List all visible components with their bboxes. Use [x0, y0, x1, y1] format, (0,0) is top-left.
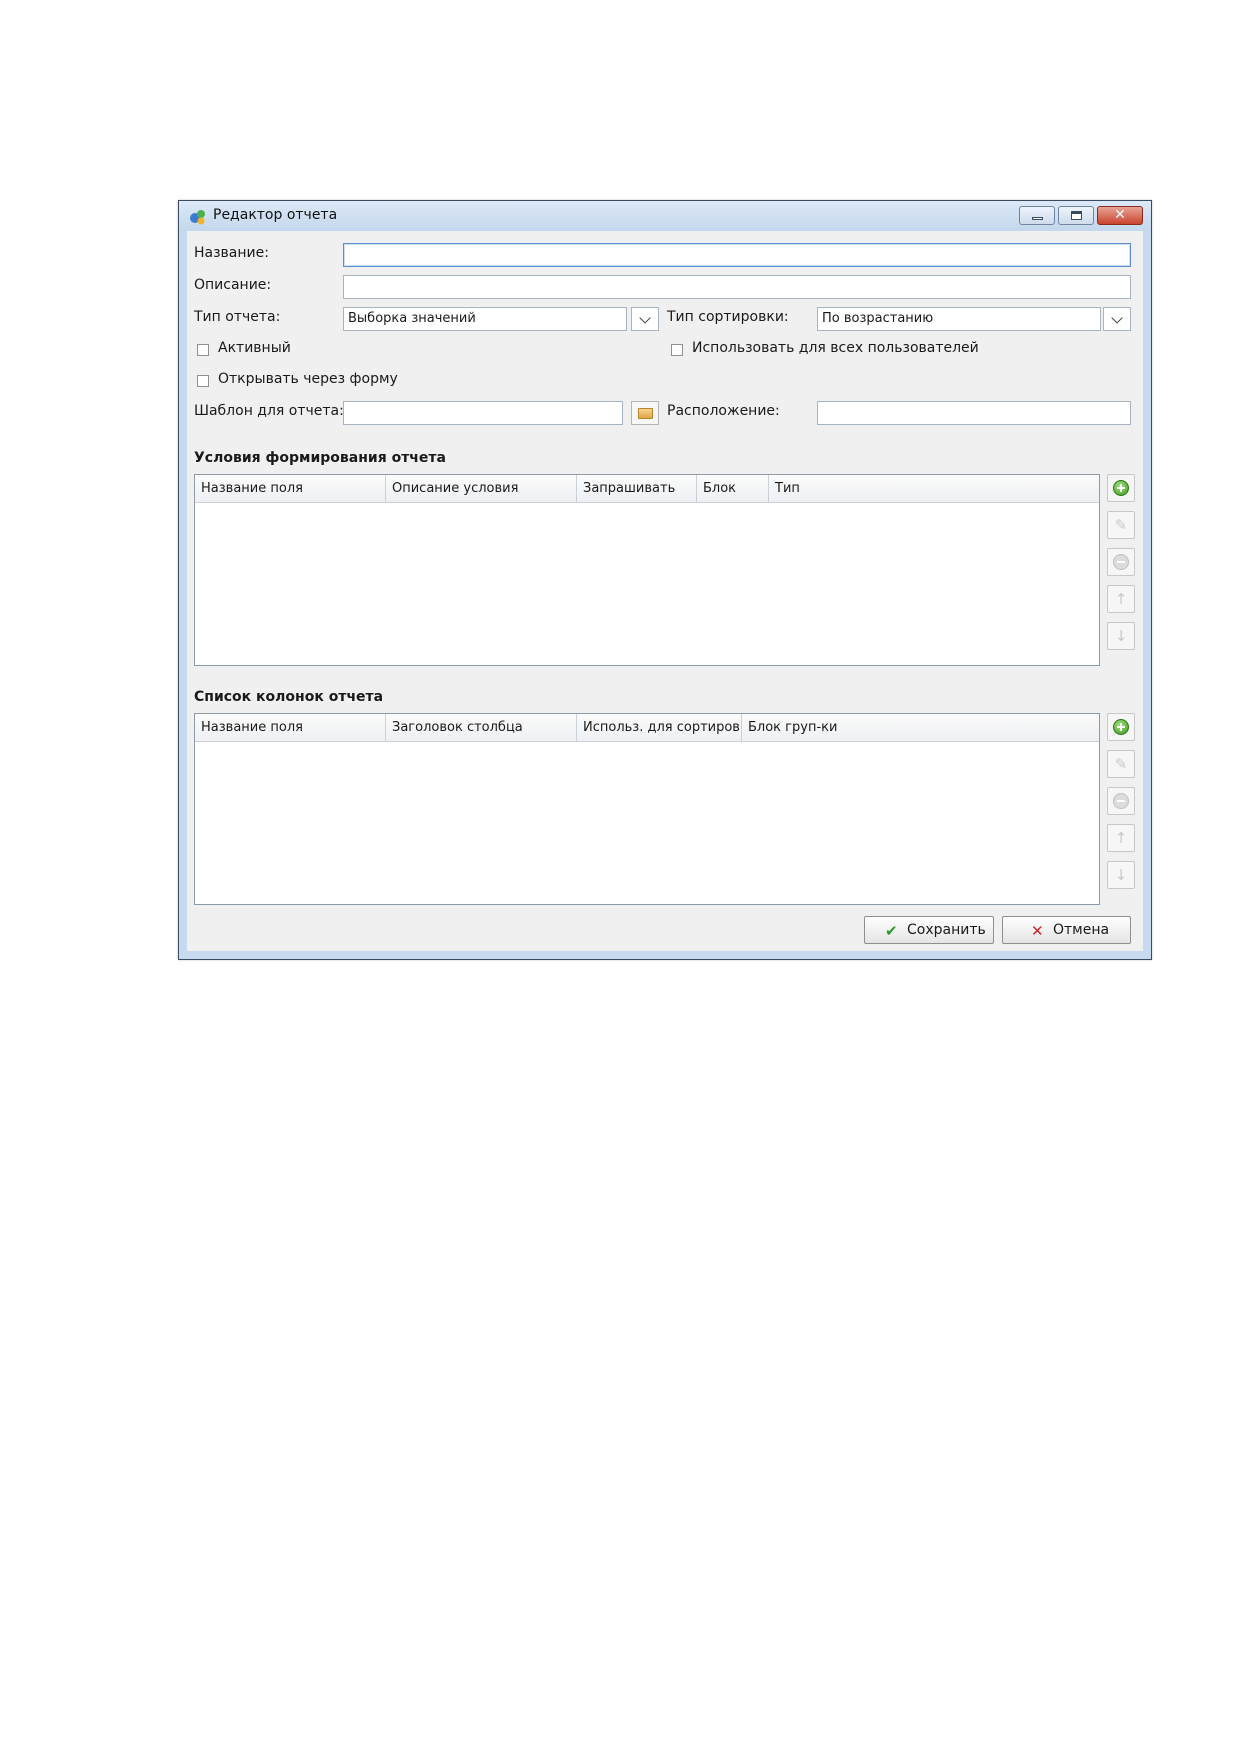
active-checkbox[interactable]	[197, 344, 209, 356]
plus-circle-icon	[1113, 719, 1129, 735]
conditions-section-title: Условия формирования отчета	[194, 450, 446, 466]
conditions-table-header: Название поля Описание условия Запрашива…	[195, 475, 1099, 503]
name-input[interactable]	[343, 243, 1131, 267]
sort-type-select[interactable]: По возрастанию	[817, 307, 1101, 331]
report-type-select[interactable]: Выборка значений	[343, 307, 627, 331]
description-input[interactable]	[343, 275, 1131, 299]
pencil-icon: ✎	[1114, 755, 1128, 773]
column-header[interactable]: Тип	[769, 475, 889, 502]
edit-column-button[interactable]: ✎	[1107, 750, 1135, 778]
description-label: Описание:	[194, 277, 272, 293]
dialog-body: Название: Описание: Тип отчета: Выборка …	[187, 231, 1143, 951]
maximize-button[interactable]	[1058, 206, 1094, 225]
title-bar[interactable]: Редактор отчета ✕	[179, 201, 1151, 231]
report-columns-table-header: Название поля Заголовок столбца Использ.…	[195, 714, 1099, 742]
add-condition-button[interactable]	[1107, 474, 1135, 502]
move-column-up-button[interactable]: ↑	[1107, 824, 1135, 852]
arrow-down-icon: ↓	[1114, 866, 1128, 884]
report-type-dropdown-button[interactable]	[631, 307, 659, 331]
report-type-value: Выборка значений	[348, 311, 476, 326]
column-header[interactable]: Название поля	[195, 475, 386, 502]
plus-circle-icon	[1113, 480, 1129, 496]
close-button[interactable]: ✕	[1097, 206, 1143, 225]
x-icon: ✕	[1031, 922, 1044, 940]
report-columns-table[interactable]: Название поля Заголовок столбца Использ.…	[194, 713, 1100, 905]
arrow-up-icon: ↑	[1114, 829, 1128, 847]
window-title: Редактор отчета	[213, 207, 338, 223]
sort-type-label: Тип сортировки:	[667, 309, 789, 325]
close-icon: ✕	[1114, 207, 1126, 223]
template-input[interactable]	[343, 401, 623, 425]
minus-circle-icon	[1113, 554, 1129, 570]
all-users-label: Использовать для всех пользователей	[692, 340, 979, 356]
browse-template-button[interactable]	[631, 401, 659, 425]
app-logo-icon	[190, 210, 205, 225]
move-column-down-button[interactable]: ↓	[1107, 861, 1135, 889]
maximize-icon	[1071, 211, 1082, 220]
checkmark-icon: ✔	[885, 922, 898, 940]
add-column-button[interactable]	[1107, 713, 1135, 741]
sort-type-dropdown-button[interactable]	[1103, 307, 1131, 331]
move-condition-down-button[interactable]: ↓	[1107, 622, 1135, 650]
columns-section-title: Список колонок отчета	[194, 689, 384, 705]
report-editor-window: Редактор отчета ✕ Название: Описание: Ти…	[178, 200, 1152, 960]
active-label: Активный	[218, 340, 291, 356]
template-label: Шаблон для отчета:	[194, 403, 344, 419]
arrow-up-icon: ↑	[1114, 590, 1128, 608]
column-header[interactable]: Запрашивать	[577, 475, 697, 502]
open-via-form-label: Открывать через форму	[218, 371, 398, 387]
chevron-down-icon	[1111, 312, 1123, 324]
minimize-icon	[1032, 217, 1043, 220]
cancel-button[interactable]: ✕ Отмена	[1002, 916, 1131, 944]
remove-condition-button[interactable]	[1107, 548, 1135, 576]
edit-condition-button[interactable]: ✎	[1107, 511, 1135, 539]
location-label: Расположение:	[667, 403, 780, 419]
column-header[interactable]: Заголовок столбца	[386, 714, 577, 741]
report-type-label: Тип отчета:	[194, 309, 281, 325]
conditions-table[interactable]: Название поля Описание условия Запрашива…	[194, 474, 1100, 666]
column-header[interactable]: Описание условия	[386, 475, 577, 502]
sort-type-value: По возрастанию	[822, 311, 934, 326]
all-users-checkbox[interactable]	[671, 344, 683, 356]
save-button[interactable]: ✔ Сохранить	[864, 916, 994, 944]
column-header[interactable]: Название поля	[195, 714, 386, 741]
name-label: Название:	[194, 245, 269, 261]
arrow-down-icon: ↓	[1114, 627, 1128, 645]
location-input[interactable]	[817, 401, 1131, 425]
column-header[interactable]: Блок груп-ки	[742, 714, 902, 741]
cancel-button-label: Отмена	[1053, 922, 1110, 938]
column-header[interactable]: Блок	[697, 475, 769, 502]
chevron-down-icon	[639, 312, 651, 324]
column-header[interactable]: Использ. для сортиров	[577, 714, 742, 741]
open-via-form-checkbox[interactable]	[197, 375, 209, 387]
minus-circle-icon	[1113, 793, 1129, 809]
move-condition-up-button[interactable]: ↑	[1107, 585, 1135, 613]
minimize-button[interactable]	[1019, 206, 1055, 225]
save-button-label: Сохранить	[907, 922, 986, 938]
remove-column-button[interactable]	[1107, 787, 1135, 815]
pencil-icon: ✎	[1114, 516, 1128, 534]
folder-icon	[638, 408, 653, 419]
